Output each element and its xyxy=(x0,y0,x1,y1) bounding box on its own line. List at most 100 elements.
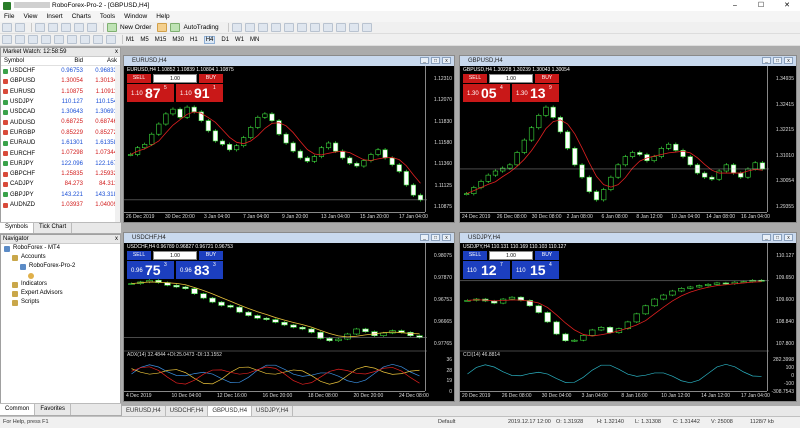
chart-close-button[interactable]: x xyxy=(442,234,451,241)
chart-maximize-button[interactable]: □ xyxy=(773,234,782,241)
chart-window[interactable]: GBPUSD,H4 _ □ x GBPUSD,H4 1.30228 1.30239 1.… xyxy=(459,55,797,223)
chart-minimize-button[interactable]: _ xyxy=(762,234,771,241)
chart-window[interactable]: USDJPY,H4 _ □ x USDJPY,H4 110.131 110.169 11… xyxy=(459,232,797,402)
vertical-line-icon[interactable] xyxy=(28,35,38,44)
sell-button[interactable]: SELL xyxy=(463,251,487,260)
chart-window-titlebar[interactable]: USDCHF,H4 _ □ x xyxy=(124,233,454,243)
chart-maximize-button[interactable]: □ xyxy=(431,57,440,64)
navigator-icon[interactable] xyxy=(61,23,71,32)
chart-body[interactable]: USDJPY,H4 110.131 110.169 110.103 110.12… xyxy=(460,243,796,401)
market-watch-row[interactable]: EURUSD 1.10875 1.10911 xyxy=(1,87,120,97)
sell-price[interactable]: 0.96 75 3 xyxy=(127,261,174,279)
chart-tab[interactable]: GBPUSD,H4 xyxy=(208,406,253,416)
text-icon[interactable] xyxy=(93,35,103,44)
timeframe-m15[interactable]: M15 xyxy=(155,37,167,43)
chart-body[interactable]: USDCHF,H4 0.96789 0.96827 0.96721 0.9675… xyxy=(124,243,454,401)
market-watch-row[interactable]: EURCHF 1.07298 1.07344 xyxy=(1,148,120,158)
new-order-button[interactable]: New Order xyxy=(107,23,151,32)
zoom-out-icon[interactable] xyxy=(283,23,294,32)
line-chart-icon[interactable] xyxy=(257,23,268,32)
autoscroll-icon[interactable] xyxy=(309,23,320,32)
market-watch-row[interactable]: EURGBP 0.85229 0.85272 xyxy=(1,128,120,138)
maximize-button[interactable]: ☐ xyxy=(748,0,774,11)
timeframe-d1[interactable]: D1 xyxy=(221,37,229,43)
channel-icon[interactable] xyxy=(67,35,77,44)
horizontal-line-icon[interactable] xyxy=(41,35,51,44)
menu-view[interactable]: View xyxy=(23,13,37,20)
menu-insert[interactable]: Insert xyxy=(46,13,62,20)
chart-shift-icon[interactable] xyxy=(322,23,333,32)
chart-window[interactable]: EURUSD,H4 _ □ x EURUSD,H4 1.10852 1.10839 1.… xyxy=(123,55,455,223)
chart-close-button[interactable]: x xyxy=(784,57,793,64)
chart-body[interactable]: EURUSD,H4 1.10852 1.10839 1.10804 1.1087… xyxy=(124,66,454,222)
trendline-icon[interactable] xyxy=(54,35,64,44)
column-ask[interactable]: Ask xyxy=(83,57,119,65)
market-watch-row[interactable]: GBPUSD 1.30054 1.30134 xyxy=(1,76,120,86)
chart-window-titlebar[interactable]: EURUSD,H4 _ □ x xyxy=(124,56,454,66)
tab-common[interactable]: Common xyxy=(0,404,36,415)
lot-size-input[interactable]: 1.00 xyxy=(153,74,197,83)
new-chart-icon[interactable] xyxy=(2,23,12,32)
lot-size-input[interactable]: 1.00 xyxy=(153,251,197,260)
chart-minimize-button[interactable]: _ xyxy=(762,57,771,64)
tab-favorites[interactable]: Favorites xyxy=(35,404,72,415)
sell-button[interactable]: SELL xyxy=(127,251,151,260)
templates-icon[interactable] xyxy=(361,23,372,32)
periods-icon[interactable] xyxy=(348,23,359,32)
bar-chart-icon[interactable] xyxy=(231,23,242,32)
fibonacci-icon[interactable] xyxy=(80,35,90,44)
market-watch-row[interactable]: AUDUSD 0.68725 0.68746 xyxy=(1,117,120,127)
profiles-icon[interactable] xyxy=(15,23,25,32)
market-watch-row[interactable]: CADJPY 84.273 84.311 xyxy=(1,179,120,189)
terminal-icon[interactable] xyxy=(74,23,84,32)
sell-price[interactable]: 110 12 7 xyxy=(463,261,510,279)
autotrading-button[interactable]: AutoTrading xyxy=(170,23,219,32)
timeframe-h4[interactable]: H4 xyxy=(203,35,216,44)
tile-windows-icon[interactable] xyxy=(296,23,307,32)
menu-file[interactable]: File xyxy=(4,13,14,20)
buy-button[interactable]: BUY xyxy=(535,251,559,260)
column-bid[interactable]: Bid xyxy=(47,57,83,65)
buy-price[interactable]: 0.96 83 3 xyxy=(176,261,223,279)
cursor-icon[interactable] xyxy=(2,35,12,44)
chart-tab[interactable]: USDJPY,H4 xyxy=(252,406,294,416)
chart-minimize-button[interactable]: _ xyxy=(420,57,429,64)
zoom-in-icon[interactable] xyxy=(270,23,281,32)
lot-size-input[interactable]: 1.00 xyxy=(489,74,533,83)
minimize-button[interactable]: – xyxy=(722,0,748,11)
chart-maximize-button[interactable]: □ xyxy=(431,234,440,241)
metaeditor-icon[interactable] xyxy=(157,23,168,32)
chart-close-button[interactable]: x xyxy=(442,57,451,64)
chart-window-titlebar[interactable]: GBPUSD,H4 _ □ x xyxy=(460,56,796,66)
timeframe-m30[interactable]: M30 xyxy=(172,37,184,43)
chart-close-button[interactable]: x xyxy=(784,234,793,241)
indicators-icon[interactable] xyxy=(335,23,346,32)
sell-price[interactable]: 1.30 05 4 xyxy=(463,84,510,102)
timeframe-h1[interactable]: H1 xyxy=(190,37,198,43)
navigator-item[interactable]: Accounts xyxy=(1,253,120,262)
market-watch-scrollbar[interactable] xyxy=(115,66,120,230)
chart-tab[interactable]: USDCHF,H4 xyxy=(166,406,209,416)
navigator-item[interactable]: Expert Advisors xyxy=(1,289,120,298)
chart-window[interactable]: USDCHF,H4 _ □ x USDCHF,H4 0.96789 0.96827 0.… xyxy=(123,232,455,402)
menu-charts[interactable]: Charts xyxy=(72,13,91,20)
timeframe-mn[interactable]: MN xyxy=(250,37,259,43)
buy-price[interactable]: 110 15 4 xyxy=(512,261,559,279)
lot-size-input[interactable]: 1.00 xyxy=(489,251,533,260)
tab-symbols[interactable]: Symbols xyxy=(0,223,35,233)
timeframe-m5[interactable]: M5 xyxy=(140,37,148,43)
market-watch-row[interactable]: EURJPY 122.096 122.167 xyxy=(1,159,120,169)
navigator-item[interactable]: Scripts xyxy=(1,298,120,307)
market-watch-row[interactable]: USDCAD 1.30643 1.30691 xyxy=(1,107,120,117)
market-watch-close-button[interactable]: x xyxy=(115,48,118,57)
column-symbol[interactable]: Symbol xyxy=(1,57,47,65)
chart-minimize-button[interactable]: _ xyxy=(420,234,429,241)
data-window-icon[interactable] xyxy=(48,23,58,32)
chart-tab[interactable]: EURUSD,H4 xyxy=(122,406,166,416)
buy-button[interactable]: BUY xyxy=(535,74,559,83)
market-watch-row[interactable]: GBPJPY 143.221 143.318 xyxy=(1,190,120,200)
tab-tick-chart[interactable]: Tick Chart xyxy=(34,223,73,233)
navigator-close-button[interactable]: x xyxy=(115,235,118,244)
buy-price[interactable]: 1.10 91 1 xyxy=(176,84,223,102)
chart-window-titlebar[interactable]: USDJPY,H4 _ □ x xyxy=(460,233,796,243)
